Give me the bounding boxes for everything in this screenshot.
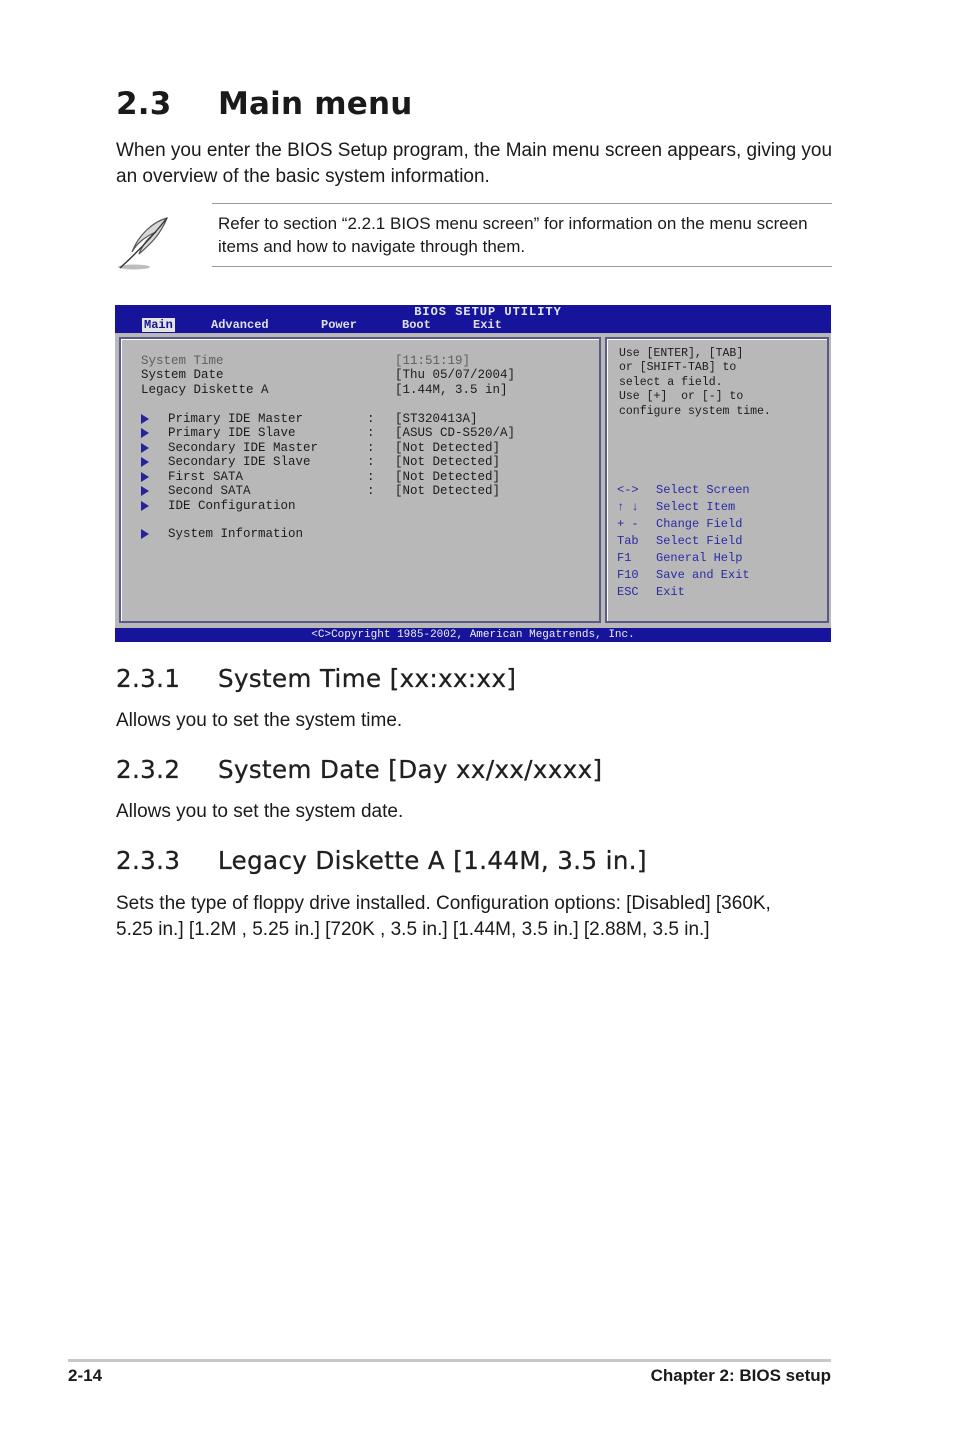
submenu-label: Secondary IDE Master	[168, 441, 319, 455]
key-select-screen: <->	[617, 483, 639, 497]
key-select-item: ↑ ↓	[617, 500, 639, 514]
bios-tab-advanced[interactable]: Advanced	[211, 318, 269, 332]
note-text: Refer to section “2.2.1 BIOS menu screen…	[218, 214, 808, 256]
submenu-arrow-icon	[141, 472, 149, 482]
bios-tab-boot[interactable]: Boot	[402, 318, 431, 332]
submenu-value: [Not Detected]	[395, 455, 501, 469]
submenu-label: IDE Configuration	[168, 499, 296, 513]
submenu-label: Secondary IDE Slave	[168, 455, 311, 469]
bios-copyright: <C>Copyright 1985-2002, American Megatre…	[115, 628, 831, 642]
key-action-general-help: General Help	[656, 551, 743, 565]
section-heading: 2.3 Main menu	[116, 86, 413, 122]
section-title: Main menu	[218, 86, 413, 122]
field-value-legacy-diskette[interactable]: [1.44M, 3.5 in]	[395, 383, 508, 397]
help-line: or [SHIFT-TAB] to	[619, 361, 737, 374]
key-action-select-item: Select Item	[656, 500, 736, 514]
submenu-arrow-icon	[141, 529, 149, 539]
submenu-label: System Information	[168, 527, 304, 541]
subsection-heading-2-3-1: 2.3.1 System Time [xx:xx:xx]	[116, 664, 516, 693]
submenu-arrow-icon	[141, 428, 149, 438]
submenu-arrow-icon	[141, 414, 149, 424]
submenu-label: Primary IDE Master	[168, 412, 304, 426]
note-top-rule	[212, 203, 832, 204]
subsection-title: System Date [Day xx/xx/xxxx]	[218, 755, 603, 784]
help-line: select a field.	[619, 376, 723, 389]
bios-tab-exit[interactable]: Exit	[473, 318, 502, 332]
submenu-label: Second SATA	[168, 484, 251, 498]
subsection-body-2-3-1: Allows you to set the system time.	[116, 710, 403, 731]
submenu-label: Primary IDE Slave	[168, 426, 296, 440]
key-action-change-field: Change Field	[656, 517, 743, 531]
key-action-select-screen: Select Screen	[656, 483, 750, 497]
subsection-number: 2.3.3	[116, 846, 181, 875]
key-action-save-exit: Save and Exit	[656, 568, 750, 582]
bios-header-bar: BIOS SETUP UTILITY Main Advanced Power B…	[115, 305, 831, 333]
field-value-system-time[interactable]: [11:51:19]	[395, 354, 470, 368]
field-value-system-date[interactable]: [Thu 05/07/2004]	[395, 368, 515, 382]
intro-paragraph: When you enter the BIOS Setup program, t…	[116, 140, 833, 187]
key-tab: Tab	[617, 534, 639, 548]
page-number: 2-14	[68, 1366, 103, 1385]
key-f10: F10	[617, 568, 639, 582]
submenu-value: [Not Detected]	[395, 484, 501, 498]
submenu-separator: :	[367, 412, 375, 426]
key-action-exit: Exit	[656, 585, 685, 599]
bios-screen: BIOS SETUP UTILITY Main Advanced Power B…	[115, 305, 831, 642]
subsection-number: 2.3.2	[116, 755, 181, 784]
submenu-separator: :	[367, 426, 375, 440]
section-number: 2.3	[116, 86, 172, 122]
key-esc: ESC	[617, 585, 639, 599]
feather-pen-icon	[112, 214, 174, 272]
subsection-number: 2.3.1	[116, 664, 181, 693]
subsection-body-2-3-2: Allows you to set the system date.	[116, 801, 404, 822]
help-line: Use [ENTER], [TAB]	[619, 347, 744, 360]
submenu-arrow-icon	[141, 443, 149, 453]
key-action-select-field: Select Field	[656, 534, 743, 548]
subsection-heading-2-3-3: 2.3.3 Legacy Diskette A [1.44M, 3.5 in.]	[116, 846, 647, 875]
submenu-arrow-icon	[141, 457, 149, 467]
submenu-separator: :	[367, 484, 375, 498]
submenu-value: [ASUS CD-S520/A]	[395, 426, 516, 440]
chapter-title: Chapter 2: BIOS setup	[650, 1366, 831, 1385]
field-label-system-date[interactable]: System Date	[141, 368, 224, 382]
submenu-separator: :	[367, 470, 375, 484]
key-f1: F1	[617, 551, 632, 565]
subsection-body-2-3-3: Sets the type of floppy drive installed.…	[116, 893, 771, 940]
help-line: configure system time.	[619, 405, 771, 418]
submenu-value: [Not Detected]	[395, 470, 501, 484]
submenu-separator: :	[367, 455, 375, 469]
submenu-separator: :	[367, 441, 375, 455]
field-label-legacy-diskette[interactable]: Legacy Diskette A	[141, 383, 269, 397]
help-line: Use [+] or [-] to	[619, 390, 744, 403]
bios-title: BIOS SETUP UTILITY	[414, 305, 562, 319]
submenu-label: First SATA	[168, 470, 244, 484]
subsection-title: System Time [xx:xx:xx]	[218, 664, 517, 693]
bios-main-pane: System Time [11:51:19] System Date [Thu …	[119, 337, 601, 623]
key-change-field: + -	[617, 517, 639, 531]
note-bottom-rule	[212, 266, 832, 267]
submenu-value: [ST320413A]	[395, 412, 478, 426]
subsection-title: Legacy Diskette A [1.44M, 3.5 in.]	[218, 846, 647, 875]
footer-rule	[68, 1359, 831, 1362]
bios-help-pane: Use [ENTER], [TAB] or [SHIFT-TAB] to sel…	[605, 337, 829, 623]
bios-tab-main[interactable]: Main	[142, 318, 175, 332]
field-label-system-time[interactable]: System Time	[141, 354, 224, 368]
submenu-arrow-icon	[141, 486, 149, 496]
subsection-heading-2-3-2: 2.3.2 System Date [Day xx/xx/xxxx]	[116, 755, 602, 784]
submenu-value: [Not Detected]	[395, 441, 501, 455]
submenu-arrow-icon	[141, 501, 149, 511]
bios-tab-power[interactable]: Power	[321, 318, 357, 332]
